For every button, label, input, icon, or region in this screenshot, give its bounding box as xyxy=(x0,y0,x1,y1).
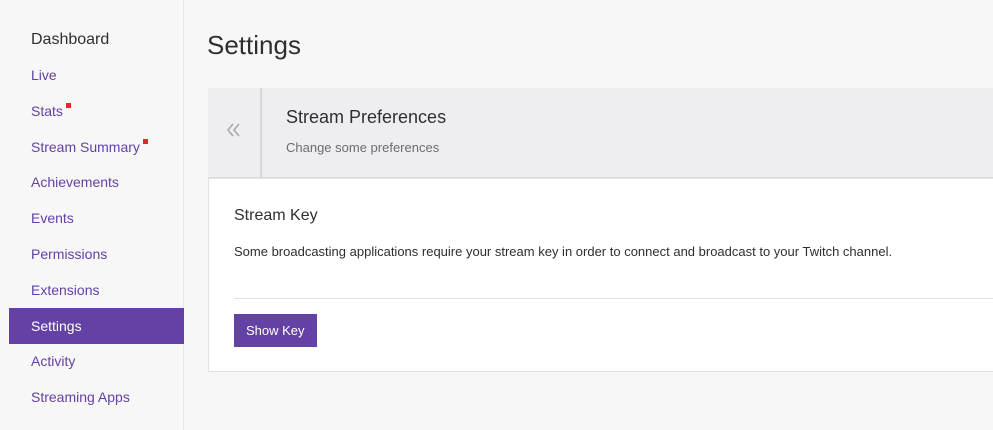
sidebar-item-label: Settings xyxy=(31,318,82,334)
notification-dot xyxy=(65,102,71,108)
stream-key-description: Some broadcasting applications require y… xyxy=(234,244,893,259)
sidebar-item-stats[interactable]: Stats xyxy=(9,93,184,129)
stream-key-card: Stream Key Some broadcasting application… xyxy=(208,178,993,372)
sidebar-item-achievements[interactable]: Achievements xyxy=(9,164,184,200)
sidebar-item-label: Permissions xyxy=(31,246,108,262)
preferences-title: Stream Preferences xyxy=(286,107,447,127)
sidebar-title: Dashboard xyxy=(31,31,110,48)
sidebar-item-label: Events xyxy=(31,210,74,226)
sidebar-item-stream-summary[interactable]: Stream Summary xyxy=(9,129,184,165)
sidebar-item-label: Stream Summary xyxy=(31,139,140,155)
sidebar: Dashboard Live Stats Stream Summary Achi… xyxy=(0,0,184,430)
sidebar-item-live[interactable]: Live xyxy=(9,57,184,93)
notification-dot xyxy=(142,138,148,144)
show-key-button[interactable]: Show Key xyxy=(234,314,317,347)
sidebar-item-label: Activity xyxy=(31,353,76,369)
sidebar-item-events[interactable]: Events xyxy=(9,200,184,236)
double-chevron-left-icon xyxy=(224,119,244,147)
page-title: Settings xyxy=(207,30,301,60)
sidebar-item-permissions[interactable]: Permissions xyxy=(9,236,184,272)
sidebar-item-label: Achievements xyxy=(31,174,119,190)
preferences-subtitle: Change some preferences xyxy=(286,140,440,155)
back-button[interactable] xyxy=(208,88,262,177)
sidebar-item-label: Streaming Apps xyxy=(31,389,130,405)
sidebar-item-label: Live xyxy=(31,67,57,83)
stream-key-title: Stream Key xyxy=(234,207,318,224)
sidebar-item-activity[interactable]: Activity xyxy=(9,343,184,379)
divider xyxy=(234,298,993,299)
stream-preferences-header: Stream Preferences Change some preferenc… xyxy=(208,88,993,178)
sidebar-item-streaming-apps[interactable]: Streaming Apps xyxy=(9,379,184,415)
sidebar-item-extensions[interactable]: Extensions xyxy=(9,272,184,308)
sidebar-item-label: Extensions xyxy=(31,282,100,298)
sidebar-item-label: Stats xyxy=(31,103,63,119)
sidebar-item-settings[interactable]: Settings xyxy=(9,308,184,344)
